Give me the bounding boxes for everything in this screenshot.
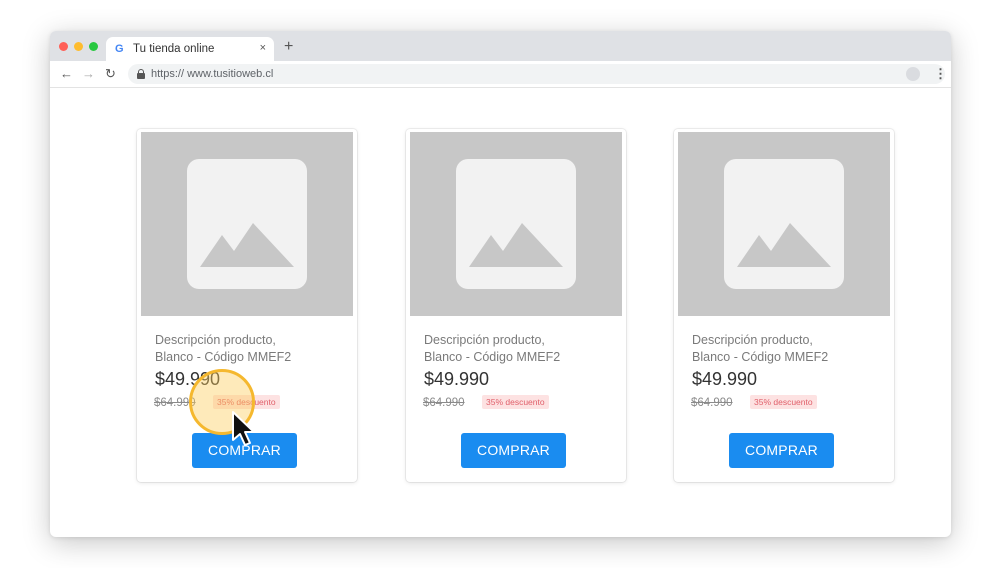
product-description-line: Descripción producto, [692,333,813,347]
product-description: Descripción producto, Blanco - Código MM… [155,332,345,366]
profile-icon[interactable] [906,67,920,81]
forward-arrow-icon[interactable]: → [82,67,95,81]
discount-badge: 35% descuento [482,395,549,409]
product-image [410,132,622,316]
product-description: Descripción producto, Blanco - Código MM… [692,332,882,366]
old-price: $64.990 [691,397,733,409]
product-description-line: Descripción producto, [155,333,276,347]
product-card: Descripción producto, Blanco - Código MM… [674,129,894,482]
reload-icon[interactable]: ↻ [105,67,116,81]
product-card: Descripción producto, Blanco - Código MM… [406,129,626,482]
product-description-line: Blanco - Código MMEF2 [424,350,561,364]
product-description-line: Blanco - Código MMEF2 [155,350,292,364]
discount-badge: 35% descuento [750,395,817,409]
image-placeholder-icon [456,159,576,289]
product-description: Descripción producto, Blanco - Código MM… [424,332,614,366]
product-price: $49.990 [424,369,490,389]
image-placeholder-icon [187,159,307,289]
minimize-window-button[interactable] [74,42,83,51]
product-image [678,132,890,316]
browser-tab[interactable]: G Tu tienda online × [106,37,274,61]
mouse-cursor-icon [232,411,255,446]
back-arrow-icon[interactable]: ← [60,67,73,81]
window-controls [59,42,98,51]
tab-bar: G Tu tienda online × + [50,31,951,61]
close-window-button[interactable] [59,42,68,51]
browser-window: G Tu tienda online × + ← → ↻ https:// ww… [50,31,951,537]
maximize-window-button[interactable] [89,42,98,51]
new-tab-button[interactable]: + [284,39,293,55]
tab-close-icon[interactable]: × [260,42,266,55]
tab-title: Tu tienda online [133,43,215,55]
menu-icon[interactable]: ⋮ [934,66,947,81]
image-placeholder-icon [724,159,844,289]
old-price: $64.990 [423,397,465,409]
google-favicon-icon: G [115,43,124,55]
product-price: $49.990 [692,369,758,389]
lock-icon [137,69,145,79]
address-toolbar: ← → ↻ https:// www.tusitioweb.cl ☆ [50,61,951,88]
buy-button[interactable]: COMPRAR [461,433,566,468]
url-text[interactable]: https:// www.tusitioweb.cl [151,68,273,81]
product-image [141,132,353,316]
product-description-line: Descripción producto, [424,333,545,347]
product-description-line: Blanco - Código MMEF2 [692,350,829,364]
address-bar[interactable]: https:// www.tusitioweb.cl ☆ [128,64,945,84]
buy-button[interactable]: COMPRAR [729,433,834,468]
page-content: Descripción producto, Blanco - Código MM… [50,89,951,537]
